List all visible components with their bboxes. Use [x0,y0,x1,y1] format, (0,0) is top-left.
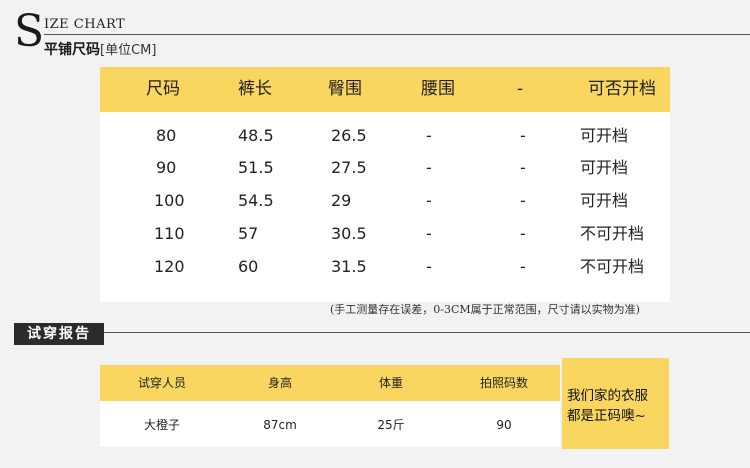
table-cell: - [520,158,526,177]
table-cell: 90 [156,158,177,177]
column-header-crotch-open: 可否开档 [588,79,656,99]
column-header-height: 身高 [267,376,293,390]
table-cell: 120 [154,257,185,276]
flat-measure-label: 平铺尺码 [44,42,100,58]
table-cell: 26.5 [331,126,367,145]
try-on-table-header: 试穿人员 身高 体重 拍照码数 [100,365,560,401]
table-cell: 可开档 [580,126,629,145]
column-header-hip: 臀围 [328,79,362,99]
table-cell: 80 [156,126,177,145]
table-cell: - [426,224,432,243]
header-divider [44,34,750,35]
table-cell: 90 [496,418,512,432]
column-header-weight: 体重 [378,376,404,390]
column-header-length: 裤长 [238,79,272,99]
try-on-divider [14,332,750,333]
column-header-size: 尺码 [146,79,180,99]
table-cell: 31.5 [331,257,367,276]
table-cell: 30.5 [331,224,367,243]
size-chart-title: IZE CHART [44,17,126,32]
table-cell: 29 [331,191,352,210]
table-cell: 87cm [263,418,297,432]
table-cell: - [520,224,526,243]
column-header-waist: 腰围 [421,79,455,99]
table-cell: 大橙子 [143,418,181,432]
table-cell: - [520,191,526,210]
table-cell: 25斤 [377,418,405,432]
column-header-tester: 试穿人员 [137,376,187,390]
size-table-body: 80 48.5 26.5 - - 可开档 90 51.5 27.5 - - 可开… [100,112,670,302]
size-table-header: 尺码 裤长 臀围 腰围 - 可否开档 [100,67,670,112]
table-cell: 110 [154,224,185,243]
size-chart-initial: S [14,6,45,57]
fit-note-text: 我们家的衣服 都是正码噢~ [567,386,671,426]
table-cell: 27.5 [331,158,367,177]
flat-measure-title: 平铺尺码[单位CM] [44,39,156,59]
table-cell: 60 [238,257,259,276]
table-cell: - [520,257,526,276]
table-cell: 不可开档 [580,224,645,243]
table-cell: 100 [154,191,185,210]
table-cell: - [426,158,432,177]
table-cell: 54.5 [238,191,274,210]
table-cell: 不可开档 [580,257,645,276]
try-on-title: 试穿报告 [14,323,104,345]
table-cell: - [426,257,432,276]
table-cell: 可开档 [580,158,629,177]
table-cell: 48.5 [238,126,274,145]
fit-note-line-2: 都是正码噢~ [567,408,646,424]
column-header-blank: - [517,79,524,99]
unit-label: [单位CM] [100,43,157,58]
table-cell: 51.5 [238,158,274,177]
measurement-note: (手工测量存在误差，0-3CM属于正常范围，尺寸请以实物为准) [330,303,640,316]
table-cell: - [426,191,432,210]
table-cell: 可开档 [580,191,629,210]
table-cell: - [426,126,432,145]
table-cell: - [520,126,526,145]
size-chart-header: S IZE CHART 平铺尺码[单位CM] [0,0,750,64]
column-header-photo-size: 拍照码数 [479,376,529,390]
table-cell: 57 [238,224,259,243]
fit-note-line-1: 我们家的衣服 [567,388,648,404]
try-on-table-body: 大橙子 87cm 25斤 90 [100,401,560,447]
